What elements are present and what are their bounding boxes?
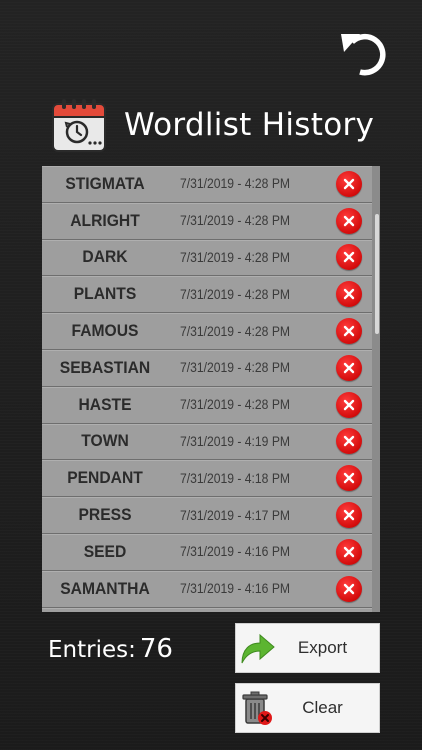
delete-x-icon (343, 583, 355, 594)
delete-x-icon (343, 362, 355, 374)
word-text: ALRIGHT (70, 210, 140, 230)
delete-x-icon (343, 473, 355, 484)
date-text: 7/31/2019 - 4:28 PM (179, 213, 291, 229)
word-text: DARK (82, 247, 128, 267)
header: Wordlist History (50, 94, 390, 156)
delete-button[interactable] (336, 281, 362, 308)
word-text: HASTE (78, 394, 132, 414)
date-text: 7/31/2019 - 4:28 PM (179, 360, 291, 376)
delete-x-icon (343, 436, 355, 447)
scrollbar[interactable] (372, 166, 380, 612)
date-text: 7/31/2019 - 4:28 PM (179, 249, 291, 265)
delete-x-icon (343, 509, 355, 521)
date-text: 7/31/2019 - 4:28 PM (179, 397, 291, 413)
entries-label: Entries: (48, 637, 136, 663)
list-item[interactable]: ALRIGHT 7/31/2019 - 4:28 PM (42, 202, 372, 240)
clear-button[interactable]: Clear (235, 683, 380, 733)
date-text: 7/31/2019 - 4:28 PM (179, 286, 291, 302)
list-item[interactable] (42, 607, 372, 612)
export-label: Export (297, 638, 348, 657)
list-item[interactable]: SAMANTHA 7/31/2019 - 4:16 PM (42, 570, 372, 608)
entries-count: Entries: 76 (48, 634, 173, 674)
delete-button[interactable] (336, 244, 362, 271)
delete-x-icon (343, 399, 355, 410)
delete-button[interactable] (336, 170, 362, 197)
history-list[interactable]: STIGMATA 7/31/2019 - 4:28 PM ALRIGHT 7/31/2… (42, 166, 380, 612)
undo-arrow-icon (341, 33, 386, 76)
word-text: PLANTS (73, 284, 137, 304)
delete-x-icon (343, 215, 355, 226)
date-text: 7/31/2019 - 4:18 PM (179, 470, 291, 486)
back-button[interactable] (338, 26, 390, 78)
date-text: 7/31/2019 - 4:19 PM (179, 433, 291, 449)
date-text: 7/31/2019 - 4:28 PM (179, 176, 291, 192)
list-item[interactable]: TOWN 7/31/2019 - 4:19 PM (42, 423, 372, 461)
delete-x-icon (343, 178, 355, 190)
delete-button[interactable] (336, 538, 362, 565)
entries-value: 76 (139, 634, 173, 664)
page-title: Wordlist History (124, 107, 375, 143)
word-text: SEBASTIAN (59, 357, 151, 377)
word-text: PRESS (78, 505, 132, 525)
delete-button[interactable] (336, 354, 362, 381)
list-item[interactable]: PENDANT 7/31/2019 - 4:18 PM (42, 460, 372, 498)
list-item[interactable]: SEBASTIAN 7/31/2019 - 4:28 PM (42, 349, 372, 387)
delete-button[interactable] (336, 428, 362, 455)
calendar-clock-icon (52, 99, 106, 152)
delete-x-icon (343, 546, 355, 558)
scrollbar-thumb[interactable] (375, 214, 379, 334)
list-item[interactable]: PLANTS 7/31/2019 - 4:28 PM (42, 276, 372, 314)
word-text: SEED (83, 541, 127, 561)
delete-x-icon (343, 289, 355, 300)
date-text: 7/31/2019 - 4:16 PM (179, 544, 291, 560)
delete-button[interactable] (336, 391, 362, 418)
list-item[interactable]: FAMOUS 7/31/2019 - 4:28 PM (42, 313, 372, 350)
list-item[interactable]: DARK 7/31/2019 - 4:28 PM (42, 239, 372, 277)
delete-x-icon (343, 252, 355, 263)
word-text: TOWN (81, 431, 129, 451)
word-text: PENDANT (67, 468, 143, 488)
list-item[interactable]: STIGMATA 7/31/2019 - 4:28 PM (42, 166, 372, 203)
clear-label: Clear (302, 698, 343, 717)
trash-can-icon (242, 691, 272, 725)
export-button[interactable]: Export (235, 623, 380, 673)
delete-button[interactable] (336, 465, 362, 492)
word-text: STIGMATA (65, 173, 145, 193)
list-item[interactable]: PRESS 7/31/2019 - 4:17 PM (42, 497, 372, 534)
list-item[interactable]: HASTE 7/31/2019 - 4:28 PM (42, 386, 372, 424)
date-text: 7/31/2019 - 4:16 PM (179, 581, 291, 597)
date-text: 7/31/2019 - 4:17 PM (179, 507, 291, 523)
word-text: SAMANTHA (60, 578, 150, 598)
delete-x-icon (343, 325, 355, 337)
delete-button[interactable] (336, 575, 362, 602)
delete-button[interactable] (336, 318, 362, 345)
delete-button[interactable] (336, 502, 362, 529)
date-text: 7/31/2019 - 4:28 PM (179, 323, 291, 339)
list-item[interactable]: SEED 7/31/2019 - 4:16 PM (42, 533, 372, 571)
delete-button[interactable] (336, 207, 362, 234)
green-arrow-icon (241, 633, 275, 664)
word-text: FAMOUS (71, 321, 139, 341)
